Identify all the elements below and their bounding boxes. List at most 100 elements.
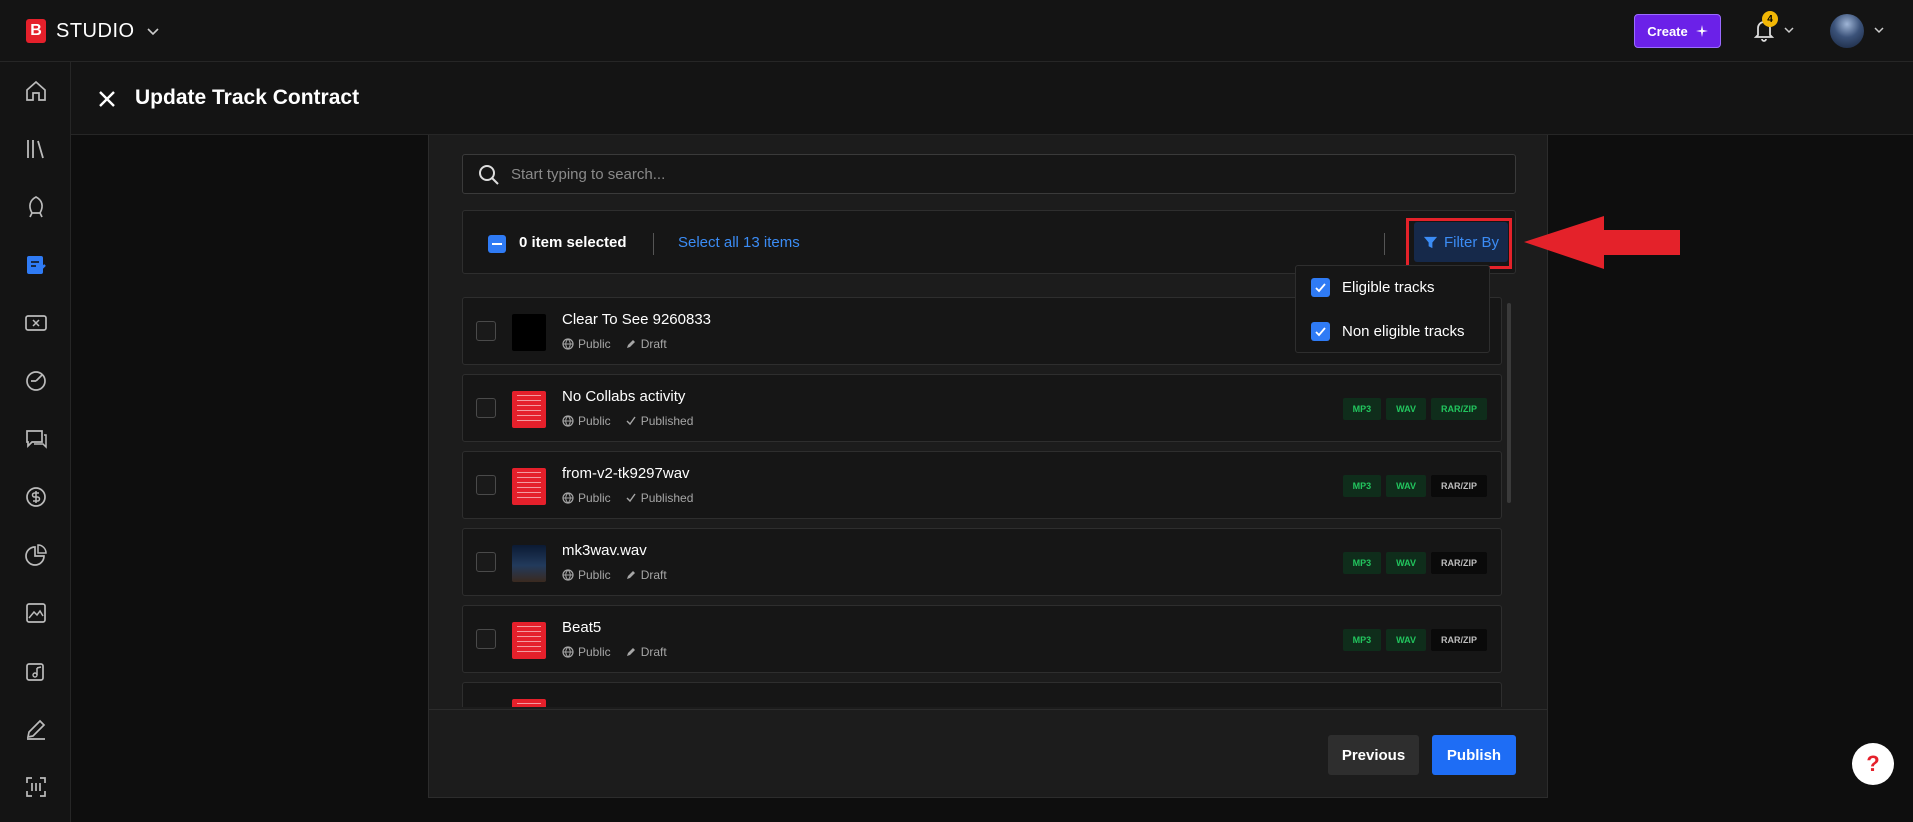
help-button[interactable]: ?	[1852, 743, 1894, 785]
track-checkbox[interactable]	[476, 321, 496, 341]
track-row[interactable]: No Collabs activity Public Published MP3 WAV…	[462, 374, 1502, 442]
track-status: Draft	[640, 645, 667, 659]
select-all-checkbox[interactable]	[488, 235, 506, 253]
checkbox-checked-icon[interactable]	[1311, 278, 1330, 297]
check-icon	[626, 493, 636, 503]
close-icon[interactable]	[96, 88, 118, 110]
divider	[1384, 233, 1385, 255]
globe-icon	[562, 492, 574, 504]
track-selection-panel: 0 item selected Select all 13 items Filt…	[428, 135, 1548, 798]
track-visibility: Public	[578, 337, 611, 351]
messages-icon[interactable]	[23, 426, 49, 452]
globe-icon	[562, 338, 574, 350]
music-icon[interactable]	[23, 658, 49, 684]
track-title: mk3wav.wav	[562, 542, 647, 559]
track-status: Published	[640, 491, 694, 505]
track-row[interactable]: mk3wav.wav Public Draft MP3 WAV RAR/ZIP	[462, 528, 1502, 596]
brand-logo-icon: B	[26, 19, 46, 43]
track-thumbnail	[512, 699, 546, 707]
page-title: Update Track Contract	[135, 86, 360, 109]
format-tag: MP3	[1342, 629, 1382, 651]
filter-dropdown: Eligible tracks Non eligible tracks	[1295, 265, 1490, 353]
track-row[interactable]	[462, 682, 1502, 707]
select-all-link[interactable]: Select all 13 items	[678, 234, 800, 251]
globe-icon	[562, 646, 574, 658]
coupon-icon[interactable]	[23, 310, 49, 336]
track-meta: Public Draft	[562, 337, 667, 351]
pencil-icon	[626, 648, 635, 656]
logo-text: STUDIO	[56, 19, 135, 42]
contracts-icon[interactable]	[23, 252, 49, 278]
reports-icon[interactable]	[23, 542, 49, 568]
promote-icon[interactable]	[23, 194, 49, 220]
track-visibility: Public	[578, 491, 611, 505]
track-checkbox[interactable]	[476, 552, 496, 572]
pencil-icon	[626, 340, 635, 348]
checkbox-checked-icon[interactable]	[1311, 322, 1330, 341]
analytics-icon[interactable]	[23, 368, 49, 394]
notification-badge: 4	[1762, 11, 1778, 27]
sidebar	[0, 62, 71, 822]
track-thumbnail	[512, 468, 546, 505]
track-status: Draft	[640, 568, 667, 582]
filter-option-label: Non eligible tracks	[1342, 323, 1465, 340]
search-icon	[479, 165, 499, 185]
chevron-down-icon[interactable]	[1872, 23, 1886, 37]
format-tags: MP3 WAV RAR/ZIP	[1342, 398, 1487, 420]
filter-option-eligible[interactable]: Eligible tracks	[1311, 278, 1435, 297]
track-title: Clear To See 9260833	[562, 311, 712, 328]
format-tag: RAR/ZIP	[1431, 398, 1487, 420]
format-tag: MP3	[1342, 475, 1382, 497]
filter-option-non-eligible[interactable]: Non eligible tracks	[1311, 322, 1465, 341]
check-icon	[626, 416, 636, 426]
track-visibility: Public	[578, 414, 611, 428]
publish-button[interactable]: Publish	[1432, 735, 1516, 775]
gallery-icon[interactable]	[23, 600, 49, 626]
format-tags: MP3 WAV RAR/ZIP	[1342, 629, 1487, 651]
format-tag: WAV	[1386, 552, 1426, 574]
globe-icon	[562, 415, 574, 427]
track-title: Beat5	[562, 619, 602, 636]
studio-logo[interactable]: B STUDIO	[26, 19, 161, 43]
track-title: No Collabs activity	[562, 388, 686, 405]
track-thumbnail	[512, 314, 546, 351]
sales-icon[interactable]	[23, 484, 49, 510]
library-icon[interactable]	[23, 136, 49, 162]
sparkle-icon	[1695, 25, 1708, 37]
track-meta: Public Published	[562, 491, 693, 505]
track-visibility: Public	[578, 568, 611, 582]
page-header: Update Track Contract	[71, 62, 1913, 135]
track-row[interactable]: from-v2-tk9297wav Public Published MP3 WAV RA…	[462, 451, 1502, 519]
track-list: Clear To See 9260833 Public Draft No Collab…	[462, 297, 1516, 707]
format-tags: MP3 WAV RAR/ZIP	[1342, 552, 1487, 574]
format-tag: RAR/ZIP	[1431, 629, 1487, 651]
track-row[interactable]: Beat5 Public Draft MP3 WAV RAR/ZIP	[462, 605, 1502, 673]
track-thumbnail	[512, 545, 546, 582]
previous-button[interactable]: Previous	[1328, 735, 1419, 775]
track-meta: Public Draft	[562, 645, 667, 659]
home-icon[interactable]	[23, 78, 49, 104]
format-tag: WAV	[1386, 398, 1426, 420]
chevron-down-icon[interactable]	[145, 23, 161, 39]
filter-option-label: Eligible tracks	[1342, 279, 1435, 296]
track-status: Draft	[640, 337, 667, 351]
scrollbar[interactable]	[1507, 303, 1511, 503]
avatar[interactable]	[1830, 14, 1864, 48]
track-checkbox[interactable]	[476, 398, 496, 418]
create-button-label: Create	[1647, 23, 1688, 39]
pencil-icon	[626, 571, 635, 579]
create-button[interactable]: Create	[1634, 14, 1721, 48]
edit-icon[interactable]	[23, 716, 49, 742]
search-input[interactable]	[511, 155, 1491, 193]
track-checkbox[interactable]	[476, 629, 496, 649]
track-thumbnail	[512, 622, 546, 659]
format-tag: WAV	[1386, 629, 1426, 651]
track-checkbox[interactable]	[476, 475, 496, 495]
filter-highlight-box	[1406, 218, 1512, 269]
scan-icon[interactable]	[23, 774, 49, 800]
format-tag: RAR/ZIP	[1431, 552, 1487, 574]
panel-footer: Previous Publish	[429, 709, 1547, 797]
chevron-down-icon[interactable]	[1782, 23, 1796, 37]
track-meta: Public Published	[562, 414, 693, 428]
selected-count: 0 item selected	[519, 234, 627, 251]
